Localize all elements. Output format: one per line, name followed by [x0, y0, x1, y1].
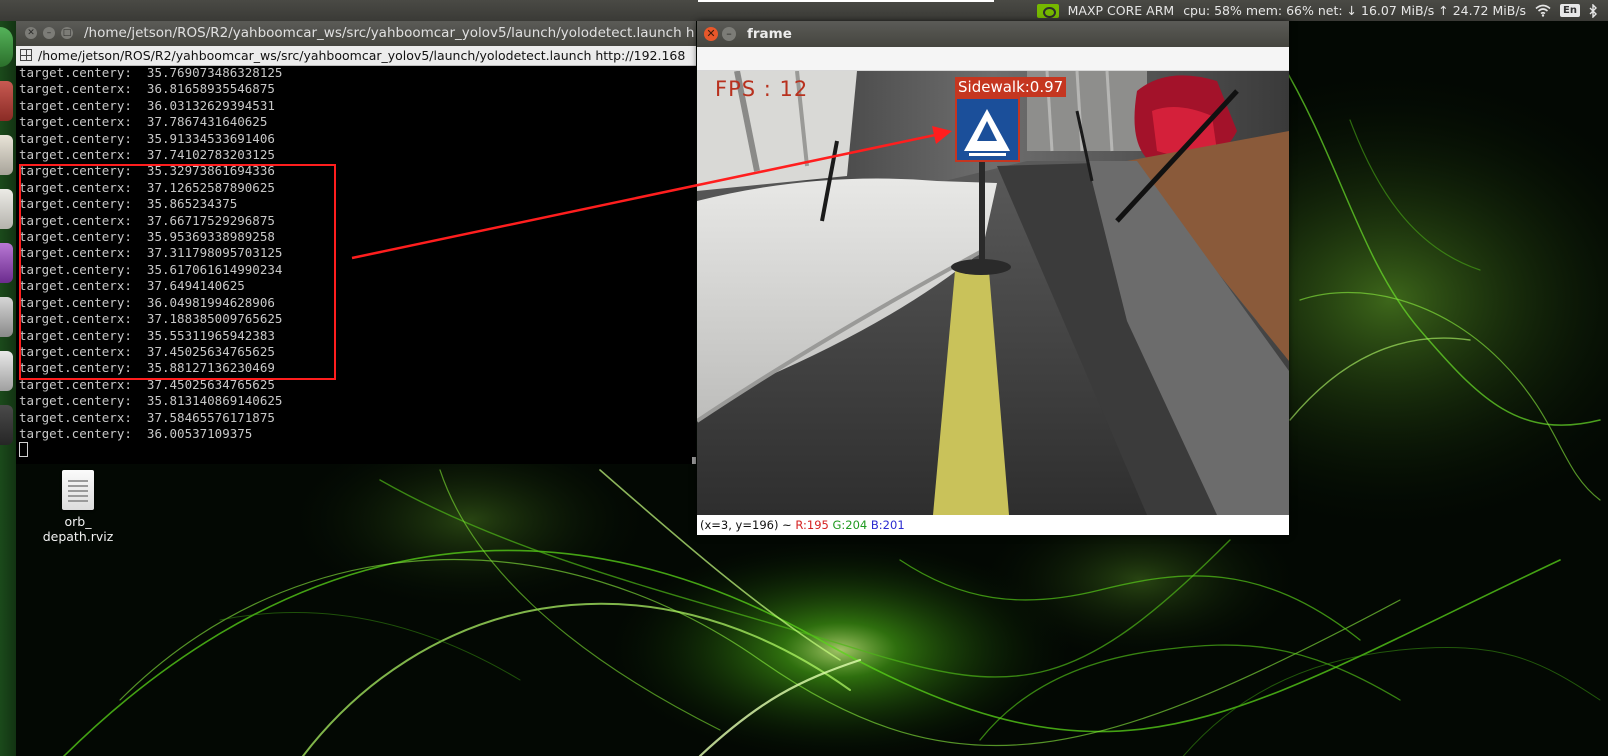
- terminal-line: target.centery: 36.04981994628906: [19, 294, 275, 310]
- launcher-app-icon-8[interactable]: [0, 405, 13, 445]
- top-panel: MAXP CORE ARM cpu: 58% mem: 66% net: ↓ 1…: [0, 0, 1608, 21]
- terminal-line: target.centerx: 37.188385009765625: [19, 311, 283, 327]
- terminal-cursor: [19, 442, 28, 458]
- terminal-line: target.centerx: 37.12652587890625: [19, 179, 275, 195]
- terminal-output[interactable]: target.centery: 35.769073486328125 target…: [19, 65, 282, 460]
- close-icon[interactable]: ✕: [25, 27, 37, 39]
- launcher-app-icon-2[interactable]: [0, 81, 13, 121]
- camera-frame-image[interactable]: FPS : 12 Sidewalk:0.97: [697, 71, 1289, 515]
- terminal-line: target.centery: 35.91334533691406: [19, 130, 275, 146]
- desktop-file-orb-depath-rviz[interactable]: orb_ depath.rviz: [38, 470, 118, 544]
- terminal-scrollbar[interactable]: [692, 457, 696, 464]
- launcher-app-icon-5[interactable]: [0, 243, 13, 283]
- launcher-sidebar: [0, 21, 16, 756]
- terminal-window-title: /home/jetson/ROS/R2/yahboomcar_ws/src/ya…: [84, 25, 695, 41]
- terminal-line: target.centerx: 37.45025634765625: [19, 376, 275, 392]
- terminal-line: target.centerx: 37.66717529296875: [19, 212, 275, 228]
- launcher-app-icon-4[interactable]: [0, 189, 13, 229]
- frame-status-bar: (x=3, y=196) ~ R:195 G:204 B:201: [697, 515, 1289, 535]
- wifi-icon[interactable]: [1535, 4, 1551, 17]
- terminal-titlebar[interactable]: ✕ – □ /home/jetson/ROS/R2/yahboomcar_ws/…: [16, 21, 696, 46]
- terminal-line: target.centery: 36.00537109375: [19, 425, 253, 441]
- launcher-app-icon-6[interactable]: [0, 297, 13, 337]
- terminal-line: target.centery: 35.95369338989258: [19, 229, 275, 245]
- pixel-green-value: G:204: [832, 518, 868, 532]
- nvidia-icon[interactable]: [1036, 3, 1059, 18]
- desktop-file-label-line1: orb_: [64, 514, 92, 529]
- frame-window[interactable]: ✕ – frame FPS: 12 Sidewalk:0.97 (x=3, y…: [697, 21, 1289, 535]
- terminal-tab-title[interactable]: /home/jetson/ROS/R2/yahboomcar_ws/src/ya…: [38, 46, 685, 65]
- close-icon[interactable]: ✕: [704, 27, 718, 41]
- document-icon: [62, 470, 94, 510]
- pixel-blue-value: B:201: [870, 518, 905, 532]
- terminal-line: target.centerx: 36.81658935546875: [19, 81, 275, 97]
- terminal-line: target.centerx: 37.7867431640625: [19, 114, 268, 130]
- terminal-line: target.centery: 35.32973861694336: [19, 163, 275, 179]
- terminal-window[interactable]: ✕ – □ /home/jetson/ROS/R2/yahboomcar_ws/…: [16, 21, 696, 464]
- fps-overlay: FPS : 12: [715, 77, 809, 101]
- launcher-app-icon-3[interactable]: [0, 135, 13, 175]
- bluetooth-icon[interactable]: [1589, 3, 1598, 18]
- terminal-line: target.centerx: 37.45025634765625: [19, 343, 275, 359]
- terminal-line: target.centery: 35.865234375: [19, 196, 238, 212]
- desktop-file-label-line2: depath.rviz: [42, 529, 114, 544]
- detection-label: Sidewalk:0.97: [955, 77, 1067, 97]
- detection-bounding-box: [955, 97, 1020, 162]
- terminal-line: target.centery: 35.813140869140625: [19, 393, 283, 409]
- terminal-line: target.centerx: 37.74102783203125: [19, 147, 275, 163]
- terminal-line: target.centery: 35.617061614990234: [19, 261, 283, 277]
- keyboard-language-icon[interactable]: En: [1560, 4, 1580, 17]
- terminal-tab-icon: [20, 49, 32, 61]
- terminal-line: target.centerx: 37.6494140625: [19, 278, 245, 294]
- maximize-icon[interactable]: □: [61, 27, 73, 39]
- launcher-app-icon-1[interactable]: [0, 27, 13, 67]
- power-mode-indicator[interactable]: MAXP CORE ARM: [1068, 0, 1175, 21]
- terminal-line: target.centery: 36.03132629394531: [19, 97, 275, 113]
- terminal-line: target.centery: 35.55311965942383: [19, 327, 275, 343]
- cursor-coordinates: (x=3, y=196) ~: [700, 518, 796, 532]
- launcher-app-icon-7[interactable]: [0, 351, 13, 391]
- terminal-line: target.centery: 35.769073486328125: [19, 65, 283, 80]
- frame-window-title: frame: [747, 26, 792, 42]
- panel-highlight-strip: [698, 0, 994, 2]
- terminal-line: target.centerx: 37.311798095703125: [19, 245, 283, 261]
- system-stats-indicator[interactable]: cpu: 58% mem: 66% net: ↓ 16.07 MiB/s ↑ 2…: [1183, 0, 1526, 21]
- frame-toolbar: [697, 47, 1289, 71]
- terminal-line: target.centerx: 37.58465576171875: [19, 409, 275, 425]
- terminal-tab-bar[interactable]: /home/jetson/ROS/R2/yahboomcar_ws/src/ya…: [16, 46, 696, 66]
- pixel-red-value: R:195: [795, 518, 829, 532]
- panel-indicators: MAXP CORE ARM cpu: 58% mem: 66% net: ↓ 1…: [1036, 0, 1598, 21]
- minimize-icon[interactable]: –: [43, 27, 55, 39]
- minimize-icon[interactable]: –: [722, 27, 736, 41]
- terminal-line: target.centery: 35.88127136230469: [19, 360, 275, 376]
- frame-titlebar[interactable]: ✕ – frame: [697, 21, 1289, 47]
